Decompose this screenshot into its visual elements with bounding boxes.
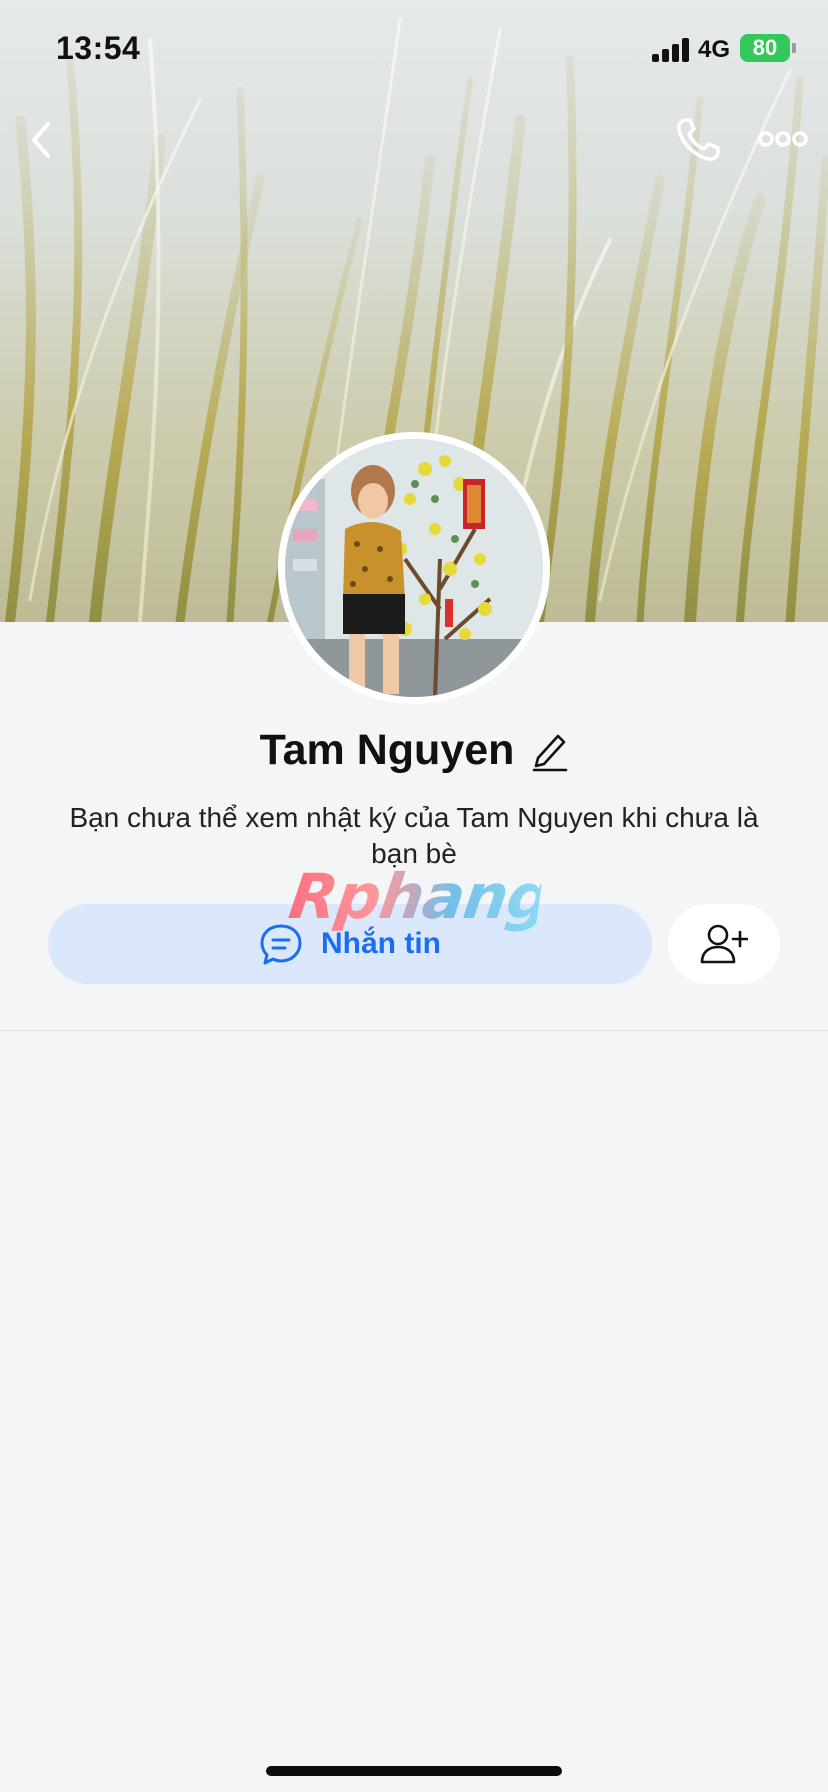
- avatar-photo: [285, 439, 543, 697]
- pencil-icon[interactable]: [530, 728, 568, 772]
- more-button[interactable]: [758, 124, 808, 154]
- phone-icon: [677, 118, 720, 161]
- chevron-left-icon: [32, 122, 50, 158]
- signal-icon: [652, 38, 690, 62]
- battery-icon: 80: [740, 34, 790, 62]
- more-dots-icon: [758, 131, 808, 147]
- add-friend-button[interactable]: [668, 904, 780, 984]
- home-indicator[interactable]: [266, 1766, 562, 1776]
- section-divider: [0, 1030, 828, 1031]
- status-time: 13:54: [56, 30, 141, 66]
- avatar[interactable]: [278, 432, 550, 704]
- network-type: 4G: [698, 36, 731, 63]
- status-bar: 13:54 4G 80: [0, 0, 828, 100]
- avatar-image: [285, 439, 543, 697]
- add-user-icon: [700, 924, 748, 964]
- back-button[interactable]: [22, 116, 62, 164]
- profile-name: Tam Nguyen: [259, 725, 515, 774]
- call-button[interactable]: [672, 114, 724, 166]
- profile-screen: 13:54 4G 80 Tam Nguyen Bạn chưa thể xem …: [0, 0, 828, 1792]
- battery-level: 80: [752, 35, 778, 60]
- battery-cap: [792, 43, 796, 53]
- profile-name-row: Tam Nguyen: [0, 720, 828, 780]
- watermark-logo: Rphang: [284, 860, 556, 933]
